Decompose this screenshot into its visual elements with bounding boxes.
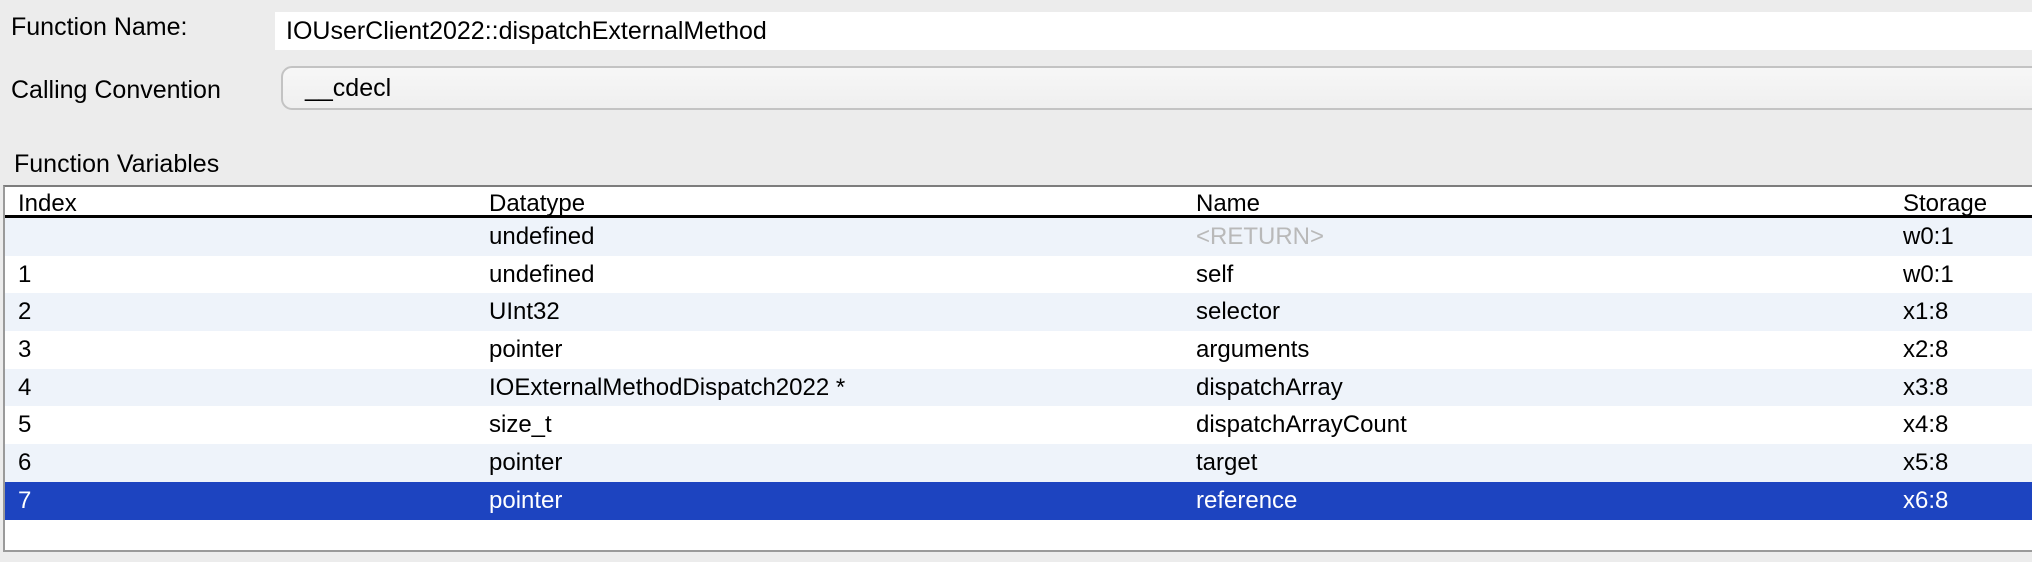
cell-index: 3 bbox=[18, 336, 31, 364]
table-row[interactable]: 5 size_t dispatchArrayCount x4:8 bbox=[5, 406, 2032, 444]
function-variables-table: Index Datatype Name Storage undefined <RE… bbox=[3, 185, 2032, 552]
edit-function-dialog: Function Name: Calling Convention __cdec… bbox=[0, 0, 2032, 562]
cell-name: reference bbox=[1196, 487, 1297, 515]
cell-datatype: undefined bbox=[489, 261, 594, 289]
cell-storage: x2:8 bbox=[1903, 336, 1948, 364]
table-row[interactable]: 6 pointer target x5:8 bbox=[5, 444, 2032, 482]
cell-datatype: size_t bbox=[489, 411, 552, 439]
cell-datatype: undefined bbox=[489, 223, 594, 251]
cell-index: 6 bbox=[18, 449, 31, 477]
cell-datatype: pointer bbox=[489, 487, 562, 515]
cell-storage: x5:8 bbox=[1903, 449, 1948, 477]
column-header-storage[interactable]: Storage bbox=[1903, 190, 1987, 218]
cell-index: 1 bbox=[18, 261, 31, 289]
cell-datatype: UInt32 bbox=[489, 298, 560, 326]
cell-storage: x1:8 bbox=[1903, 298, 1948, 326]
cell-index: 4 bbox=[18, 374, 31, 402]
cell-storage: w0:1 bbox=[1903, 223, 1954, 251]
cell-storage: w0:1 bbox=[1903, 261, 1954, 289]
function-name-input[interactable] bbox=[275, 12, 2032, 50]
cell-name: dispatchArrayCount bbox=[1196, 411, 1407, 439]
column-header-datatype[interactable]: Datatype bbox=[489, 190, 585, 218]
function-variables-title: Function Variables bbox=[14, 150, 219, 179]
table-row[interactable]: 4 IOExternalMethodDispatch2022 * dispatchA… bbox=[5, 369, 2032, 407]
cell-index: 5 bbox=[18, 411, 31, 439]
cell-index: 2 bbox=[18, 298, 31, 326]
table-row[interactable]: undefined <RETURN> w0:1 bbox=[5, 218, 2032, 256]
cell-storage: x3:8 bbox=[1903, 374, 1948, 402]
cell-datatype: pointer bbox=[489, 336, 562, 364]
column-header-name[interactable]: Name bbox=[1196, 190, 1260, 218]
table-row[interactable]: 2 UInt32 selector x1:8 bbox=[5, 293, 2032, 331]
table-body: undefined <RETURN> w0:1 1 undefined self w0:1 2… bbox=[5, 218, 2032, 520]
cell-name: target bbox=[1196, 449, 1257, 477]
table-row[interactable]: 3 pointer arguments x2:8 bbox=[5, 331, 2032, 369]
cell-name: arguments bbox=[1196, 336, 1309, 364]
calling-convention-label: Calling Convention bbox=[11, 76, 221, 105]
function-name-label: Function Name: bbox=[11, 13, 187, 42]
calling-convention-dropdown[interactable]: __cdecl bbox=[281, 66, 2032, 110]
cell-storage: x4:8 bbox=[1903, 411, 1948, 439]
cell-index: 7 bbox=[18, 487, 31, 515]
cell-name: selector bbox=[1196, 298, 1280, 326]
cell-name: <RETURN> bbox=[1196, 223, 1324, 251]
cell-datatype: IOExternalMethodDispatch2022 * bbox=[489, 374, 845, 402]
table-row[interactable]: 1 undefined self w0:1 bbox=[5, 256, 2032, 294]
cell-name: self bbox=[1196, 261, 1233, 289]
cell-storage: x6:8 bbox=[1903, 487, 1948, 515]
calling-convention-value: __cdecl bbox=[283, 74, 391, 103]
table-row[interactable]: 7 pointer reference x6:8 bbox=[5, 482, 2032, 520]
cell-name: dispatchArray bbox=[1196, 374, 1343, 402]
cell-datatype: pointer bbox=[489, 449, 562, 477]
column-header-index[interactable]: Index bbox=[18, 190, 77, 218]
table-header-row: Index Datatype Name Storage bbox=[5, 187, 2032, 218]
